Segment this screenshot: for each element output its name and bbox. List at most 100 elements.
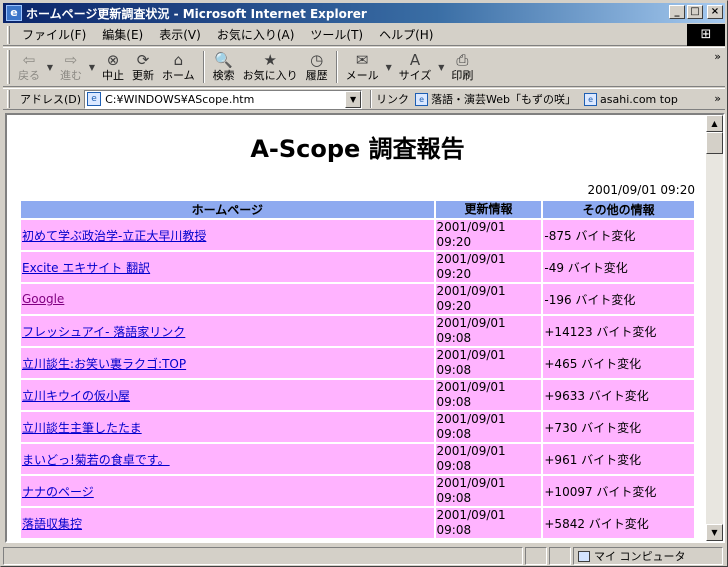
menu-favorites[interactable]: お気に入り(A) (209, 26, 303, 43)
scroll-down-button[interactable]: ▼ (706, 524, 723, 541)
toolbar-button-stop[interactable]: ⊗ 中止 (98, 48, 128, 86)
homepage-link[interactable]: 初めて学ぶ政治学-立正大早川教授 (22, 229, 206, 243)
table-row: 立川談生主筆したたま 2001/09/01 09:08 +730 バイト変化 (21, 412, 694, 442)
homepage-link[interactable]: まいどっ!菊若の食卓です。 (22, 453, 170, 467)
link-label: 落語・演芸Web「もずの咲」 (431, 93, 577, 106)
stop-icon: ⊗ (106, 51, 120, 69)
toolbar-button-label: 検索 (212, 69, 235, 82)
toolbar-button-home[interactable]: ⌂ ホーム (158, 48, 199, 86)
home-icon: ⌂ (173, 51, 184, 69)
header-other-info: その他の情報 (543, 201, 694, 218)
dropdown-arrow-icon[interactable]: ▼ (435, 63, 447, 72)
close-button[interactable]: × (707, 5, 723, 19)
homepage-link[interactable]: 立川談生主筆したたま (22, 421, 142, 435)
computer-icon (578, 550, 590, 562)
title-bar[interactable]: e ホームページ更新調査状況 - Microsoft Internet Expl… (3, 3, 725, 23)
toolbar-button-refresh[interactable]: ⟳ 更新 (128, 48, 158, 86)
homepage-link[interactable]: Google (22, 292, 64, 306)
header-update-info: 更新情報 (435, 201, 542, 218)
toolbar-button-favorites[interactable]: ★ お気に入り (239, 48, 302, 86)
table-header-row: ホームページ 更新情報 その他の情報 (21, 201, 694, 218)
table-row: 初めて学ぶ政治学-立正大早川教授 2001/09/01 09:20 -875 バイト変… (21, 220, 694, 250)
update-time: 09:08 (436, 523, 472, 537)
toolbar-button-print[interactable]: ⎙ 印刷 (447, 48, 477, 86)
link-label: asahi.com top (600, 92, 678, 106)
homepage-link[interactable]: フレッシュアイ- 落語家リンク (22, 325, 185, 339)
toolbar-button-back-arrow[interactable]: ⇦ 戻る (14, 48, 44, 86)
update-date: 2001/09/01 (436, 380, 506, 394)
table-row: ナナのページ 2001/09/01 09:08 +10097 バイト変化 (21, 476, 694, 506)
links-label[interactable]: リンク (376, 91, 415, 107)
update-time: 09:20 (436, 299, 472, 313)
menu-view[interactable]: 表示(V) (151, 26, 209, 43)
toolbar-button-label: メール (345, 69, 379, 82)
homepage-cell: 立川談生:お笑い裏ラクゴ:TOP (21, 348, 434, 378)
link-asahi[interactable]: e asahi.com top (584, 92, 686, 106)
homepage-cell: Google (21, 284, 434, 314)
other-info-cell: +10097 バイト変化 (543, 476, 694, 506)
homepage-link[interactable]: 立川キウイの仮小屋 (22, 389, 130, 403)
update-time: 09:08 (436, 395, 472, 409)
toolbar-chevron-icon[interactable]: » (714, 50, 721, 63)
links-chevron-icon[interactable]: » (714, 92, 721, 105)
toolbar-button-search[interactable]: 🔍 検索 (209, 48, 239, 86)
scroll-up-button[interactable]: ▲ (706, 115, 723, 132)
toolbar-grip[interactable] (7, 50, 10, 84)
forward-arrow-icon: ⇨ (64, 51, 78, 69)
address-dropdown-button[interactable]: ▼ (345, 90, 362, 108)
menu-tools[interactable]: ツール(T) (302, 26, 371, 43)
minimize-button[interactable]: _ (669, 5, 685, 19)
toolbar-button-label: サイズ (398, 69, 432, 82)
address-value: C:¥WINDOWS¥AScope.htm (105, 92, 255, 106)
homepage-link[interactable]: Excite エキサイト 翻訳 (22, 261, 150, 275)
page-icon: e (87, 92, 102, 106)
toolbar-button-history[interactable]: ◷ 履歴 (302, 48, 332, 86)
mail-icon: ✉ (355, 51, 369, 69)
update-time: 09:20 (436, 235, 472, 249)
toolbar-button-label: 更新 (132, 69, 154, 82)
address-grip[interactable] (7, 90, 10, 108)
other-info-cell: -49 バイト変化 (543, 252, 694, 282)
update-date: 2001/09/01 (436, 284, 506, 298)
ie-page-icon[interactable]: e (6, 5, 22, 21)
homepage-link[interactable]: 立川談生:お笑い裏ラクゴ:TOP (22, 357, 186, 371)
update-cell: 2001/09/01 09:20 (435, 284, 542, 314)
table-row: 落語収集控 2001/09/01 09:08 +5842 バイト変化 (21, 508, 694, 538)
menu-grip[interactable] (7, 25, 10, 44)
toolbar-button-forward-arrow[interactable]: ⇨ 進む (56, 48, 86, 86)
menu-file[interactable]: ファイル(F) (14, 26, 94, 43)
content-frame: A-Scope 調査報告 2001/09/01 09:20 ホームページ 更新情… (5, 113, 725, 543)
status-bar: マイ コンピュータ (3, 546, 725, 566)
scroll-thumb[interactable] (706, 132, 723, 154)
vertical-scrollbar[interactable]: ▲ ▼ (706, 115, 723, 541)
homepage-cell: フレッシュアイ- 落語家リンク (21, 316, 434, 346)
links-separator (370, 90, 373, 108)
menu-help[interactable]: ヘルプ(H) (371, 26, 441, 43)
address-input[interactable]: e C:¥WINDOWS¥AScope.htm ▼ (84, 89, 363, 109)
menu-edit[interactable]: 編集(E) (94, 26, 151, 43)
dropdown-arrow-icon[interactable]: ▼ (44, 63, 56, 72)
homepage-cell: まいどっ!菊若の食卓です。 (21, 444, 434, 474)
dropdown-arrow-icon[interactable]: ▼ (383, 63, 395, 72)
homepage-cell: 立川キウイの仮小屋 (21, 380, 434, 410)
other-info-cell: +9633 バイト変化 (543, 380, 694, 410)
favorites-icon: ★ (263, 51, 277, 69)
dropdown-arrow-icon[interactable]: ▼ (86, 63, 98, 72)
update-date: 2001/09/01 (436, 476, 506, 490)
update-cell: 2001/09/01 09:08 (435, 412, 542, 442)
address-label: アドレス(D) (20, 93, 82, 106)
link-mozunosaki[interactable]: e 落語・演芸Web「もずの咲」 (415, 91, 584, 107)
window-title: ホームページ更新調査状況 - Microsoft Internet Explor… (26, 6, 367, 21)
status-text (3, 547, 523, 565)
search-icon: 🔍 (214, 51, 234, 69)
homepage-cell: 初めて学ぶ政治学-立正大早川教授 (21, 220, 434, 250)
toolbar-separator (335, 51, 338, 83)
homepage-link[interactable]: ナナのページ (22, 485, 94, 499)
homepage-link[interactable]: 落語収集控 (22, 517, 82, 531)
toolbar-button-mail[interactable]: ✉ メール (342, 48, 383, 86)
maximize-button[interactable]: □ (687, 5, 703, 19)
status-zone: マイ コンピュータ (573, 547, 723, 565)
toolbar-button-text-size[interactable]: A サイズ (395, 48, 436, 86)
web-page: A-Scope 調査報告 2001/09/01 09:20 ホームページ 更新情… (7, 115, 708, 541)
toolbar-button-label: 進む (60, 69, 82, 82)
